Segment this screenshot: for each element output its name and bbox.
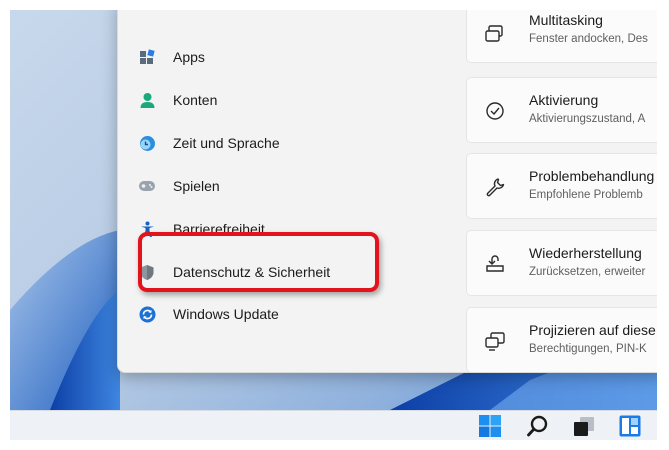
wrench-icon	[484, 176, 506, 198]
sidebar-item-label: Windows Update	[173, 306, 279, 322]
highlight-annotation	[138, 232, 379, 292]
card-title: Multitasking	[529, 12, 603, 28]
search-icon[interactable]	[526, 414, 550, 438]
card-title: Aktivierung	[529, 92, 599, 108]
widgets-icon[interactable]	[618, 414, 642, 438]
sidebar-item-label: Konten	[173, 92, 218, 108]
card-subtitle: Zurücksetzen, erweiter	[529, 266, 646, 278]
card-title: Wiederherstellung	[529, 245, 642, 261]
card-title: Projizieren auf diese	[529, 322, 656, 338]
recovery-icon	[484, 253, 506, 275]
sidebar-item-windows-update[interactable]: Windows Update	[138, 296, 368, 332]
gamepad-icon	[138, 177, 156, 195]
project-icon	[484, 330, 506, 352]
card-title: Problembehandlung	[529, 168, 655, 184]
settings-window: Apps Konten Zeit und Sprache Spielen Bar…	[117, 10, 657, 373]
card-subtitle: Berechtigungen, PIN-K	[529, 343, 647, 355]
check-circle-icon	[484, 100, 506, 122]
windows-update-icon	[138, 305, 156, 323]
apps-icon	[138, 48, 156, 66]
sidebar-item-label: Spielen	[173, 178, 220, 194]
taskbar	[10, 410, 657, 440]
screenshot-frame: Apps Konten Zeit und Sprache Spielen Bar…	[10, 10, 657, 440]
sidebar-item-spielen[interactable]: Spielen	[138, 168, 368, 204]
sidebar-item-label: Apps	[173, 49, 205, 65]
windows-start-icon[interactable]	[478, 414, 502, 438]
sidebar-item-konten[interactable]: Konten	[138, 82, 368, 118]
accounts-icon	[138, 91, 156, 109]
snap-windows-icon	[484, 24, 506, 46]
card-subtitle: Aktivierungszustand, A	[529, 113, 646, 125]
card-problembehandlung[interactable]: Problembehandlung Empfohlene Problemb	[466, 153, 657, 219]
sidebar-item-label: Zeit und Sprache	[173, 135, 280, 151]
sidebar-item-zeit-und-sprache[interactable]: Zeit und Sprache	[138, 125, 368, 161]
globe-clock-icon	[138, 134, 156, 152]
card-wiederherstellung[interactable]: Wiederherstellung Zurücksetzen, erweiter	[466, 230, 657, 296]
sidebar-item-apps[interactable]: Apps	[138, 39, 368, 75]
card-subtitle: Empfohlene Problemb	[529, 189, 643, 201]
task-view-icon[interactable]	[572, 414, 596, 438]
card-subtitle: Fenster andocken, Des	[529, 33, 648, 45]
card-multitasking[interactable]: Multitasking Fenster andocken, Des	[466, 10, 657, 63]
card-projizieren[interactable]: Projizieren auf diese Berechtigungen, PI…	[466, 307, 657, 372]
card-aktivierung[interactable]: Aktivierung Aktivierungszustand, A	[466, 77, 657, 143]
